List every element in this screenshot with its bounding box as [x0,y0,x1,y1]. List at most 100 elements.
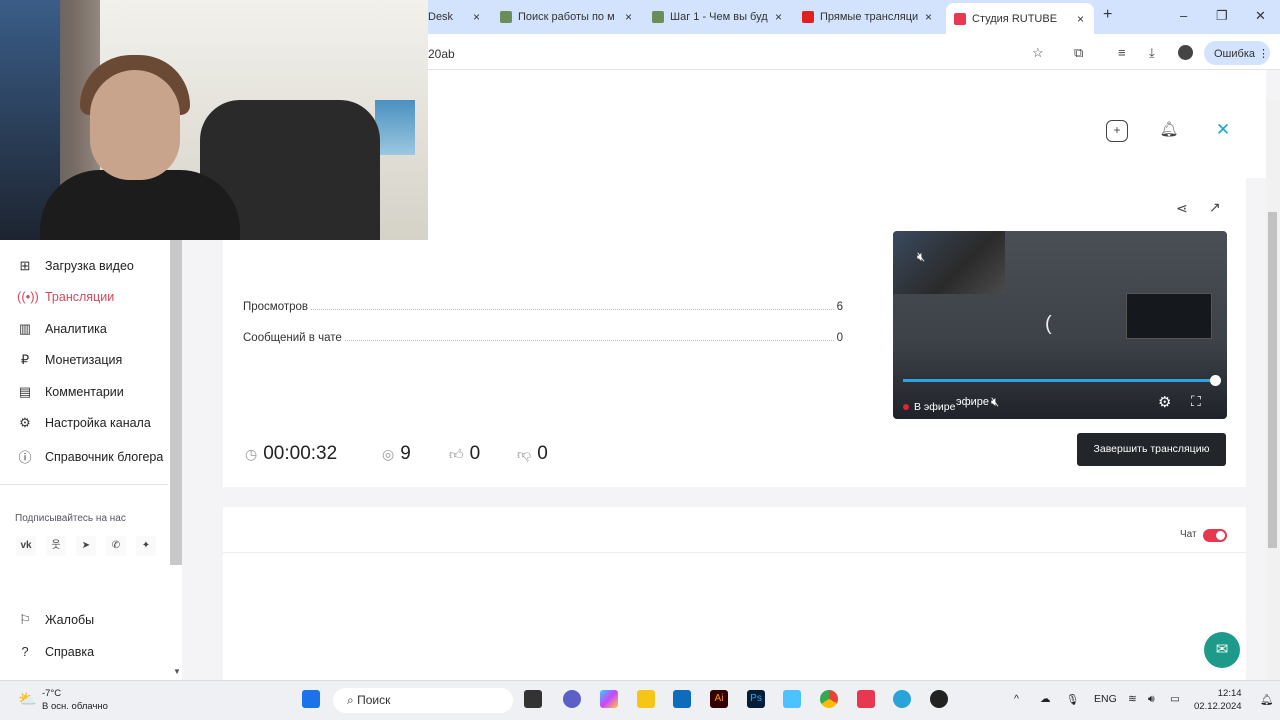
sidebar-item-settings[interactable]: ⚙ Настройка канала [17,415,151,431]
live-indicator: В эфире [903,401,955,413]
gear-icon: ⚙ [19,415,31,430]
restore-icon[interactable]: ❐ [1216,8,1228,24]
sidebar-scrollbar[interactable] [170,240,182,565]
end-broadcast-button[interactable]: Завершить трансляцию [1077,433,1226,466]
viewers-metric: ◎ 9 [382,443,411,465]
vk-icon[interactable]: vk [16,536,36,556]
sidebar-item-upload[interactable]: ⊞ Загрузка видео [17,258,134,274]
progress-handle[interactable] [1210,375,1221,386]
sidebar-item-guide[interactable]: ⓘ Справочник блогера [17,447,163,466]
profile-icon[interactable]: ✕ [1212,120,1234,142]
rutube-studio-icon[interactable] [857,690,875,708]
browser-tab[interactable]: Поиск работы по м × [500,6,632,28]
browser-tab[interactable]: Desk × [428,6,480,28]
explorer-icon[interactable] [637,690,655,708]
settings-icon[interactable]: ⚙ [1158,393,1171,411]
battery-icon[interactable]: ▭ [1170,693,1180,705]
close-icon[interactable]: × [925,10,932,24]
dzen-icon[interactable]: ✦ [136,536,156,556]
browser-tab-active[interactable]: Студия RUTUBE × [946,3,1094,34]
chat-messages-label: Сообщений в чате [243,332,342,344]
profile-error-button[interactable]: Ошибка ⋮ [1204,41,1270,65]
taskview-icon[interactable] [524,690,542,708]
add-content-button[interactable]: + [1106,120,1128,142]
taskbar-search[interactable]: ⌕ Поиск [333,688,513,713]
bell-icon[interactable]: 🔔︎ [1158,120,1180,142]
clock[interactable]: 12:14 02.12.2024 [1194,687,1242,713]
mic-icon[interactable]: 🎙︎ [1066,693,1079,706]
share-icon[interactable]: ⋖ [1176,200,1188,217]
duration-value: 00:00:32 [263,443,338,464]
copilot-icon[interactable] [600,690,618,708]
url-field[interactable]: 20ab [428,47,455,61]
webcam-overlay [0,0,428,240]
language-indicator[interactable]: ENG [1094,693,1117,705]
sidebar-item-complaints[interactable]: ⚐ Жалобы [17,612,94,628]
browser-tab[interactable]: Шаг 1 - Чем вы буд × [652,6,782,28]
sidebar-item-broadcasts[interactable]: ((•)) Трансляции [17,289,114,304]
favicon-icon [500,11,512,23]
app-icon[interactable] [783,690,801,708]
sidebar-item-monetization[interactable]: ₽ Монетизация [17,352,122,368]
notification-bell-icon[interactable]: 🔔︎ [1260,693,1273,706]
analytics-icon: ▥ [18,321,32,336]
wifi-icon[interactable]: ≋ [1128,693,1137,705]
progress-bar[interactable] [903,379,1217,382]
avatar[interactable] [1178,45,1193,60]
obs-icon[interactable] [930,690,948,708]
close-icon[interactable]: × [473,10,480,24]
window-close-icon[interactable]: ✕ [1255,8,1266,24]
telegram-icon[interactable]: ➤ [76,536,96,556]
mute-button[interactable]: 🔇︎ [991,394,999,410]
sidebar-item-label: Комментарии [45,385,124,399]
ok-icon[interactable]: 웃 [46,536,66,556]
onedrive-icon[interactable]: ☁ [1040,693,1051,705]
viber-icon[interactable]: ✆ [106,536,126,556]
live-dot-icon [903,404,909,410]
dislikes-metric: 👎︎ 0 [517,443,548,465]
chrome-icon[interactable] [820,690,838,708]
muted-icon[interactable]: 🔇︎ [917,249,925,265]
photoshop-icon[interactable]: Ps [747,690,765,708]
start-icon[interactable] [302,690,320,708]
scroll-down-arrow-icon[interactable]: ▼ [173,667,181,676]
teams-icon[interactable] [563,690,581,708]
fullscreen-icon[interactable]: ⛶ [1191,393,1201,410]
preview-webcam [893,231,1005,294]
weather-icon: ⛅ [18,691,37,708]
thumbs-down-icon: 👎︎ [517,445,532,462]
loading-spinner-icon: ( [1045,313,1052,335]
sidebar-item-analytics[interactable]: ▥ Аналитика [17,321,107,337]
thumbs-up-icon: 👍︎ [449,445,464,462]
external-link-icon[interactable]: ↗ [1209,199,1221,216]
store-icon[interactable] [673,690,691,708]
close-icon[interactable]: × [1077,12,1084,26]
media-icon[interactable]: ≡ [1118,45,1126,60]
sidebar-item-comments[interactable]: ▤ Комментарии [17,384,124,400]
download-icon[interactable]: ⤓ [1149,45,1155,61]
chat-toggle[interactable] [1203,529,1227,542]
close-icon[interactable]: × [775,10,782,24]
date: 02.12.2024 [1194,701,1242,712]
extensions-icon[interactable]: ⧉ [1074,45,1083,61]
help-icon: ? [21,644,29,659]
new-tab-button[interactable]: + [1103,6,1112,24]
minimize-icon[interactable]: – [1180,8,1187,23]
chat-messages-stat: Сообщений в чате 0 [243,332,843,344]
tray-chevron-icon[interactable]: ^ [1014,693,1019,705]
weather-widget[interactable]: -7°C В осн. облачно [42,687,108,713]
page-scrollbar-thumb[interactable] [1268,212,1277,548]
clock-icon: ◷ [245,445,258,462]
sidebar-divider [0,484,168,485]
support-chat-button[interactable]: ✉ [1204,632,1240,668]
volume-icon[interactable]: 🔊︎ [1148,693,1155,706]
close-icon[interactable]: × [625,10,632,24]
star-icon[interactable]: ☆ [1032,45,1044,61]
video-player[interactable]: 🔇︎ ( В эфире эфире 🔇︎ ⚙ ⛶ [893,231,1227,419]
illustrator-icon[interactable]: Ai [710,690,728,708]
browser-tab[interactable]: Прямые трансляци × [802,6,932,28]
sidebar-item-label: Справочник блогера [45,449,164,464]
telegram-app-icon[interactable] [893,690,911,708]
comment-icon: ▤ [18,384,32,399]
sidebar-item-help[interactable]: ? Справка [17,644,94,659]
